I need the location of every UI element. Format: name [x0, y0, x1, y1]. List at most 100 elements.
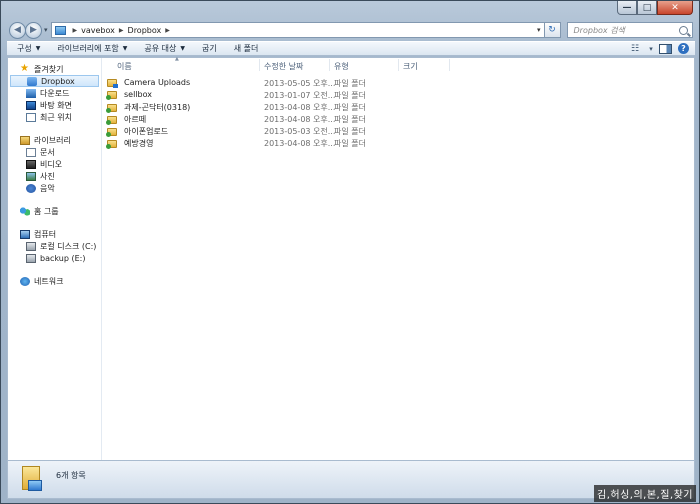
file-name: 아이폰업로드: [124, 127, 169, 136]
sidebar-item-favorites[interactable]: ★ 즐겨찾기: [8, 63, 101, 75]
network-group: 네트워크: [8, 275, 101, 287]
breadcrumb-separator-icon[interactable]: ▶: [119, 27, 124, 34]
shared-folder-icon: [106, 127, 117, 137]
network-icon: [20, 276, 30, 286]
sidebar-item-pictures[interactable]: 사진: [8, 170, 101, 182]
column-header-name[interactable]: 이름: [117, 61, 132, 71]
change-view-icon[interactable]: ☷: [626, 43, 644, 55]
file-type: 파일 폴더: [334, 139, 366, 148]
file-date: 2013-04-08 오후...: [264, 139, 336, 148]
include-in-library-label: 라이브러리에 포함: [57, 44, 119, 53]
close-button[interactable]: ✕: [657, 1, 693, 15]
table-row[interactable]: 아르떼 2013-04-08 오후... 파일 폴더: [103, 113, 463, 125]
navigation-pane[interactable]: ★ 즐겨찾기 Dropbox 다운로드 바탕 화면 최근 위치 라이브러리 문서…: [8, 58, 102, 460]
view-options-dropdown-icon[interactable]: ▾: [647, 43, 655, 55]
file-type: 파일 폴더: [334, 79, 366, 88]
sidebar-item-network[interactable]: 네트워크: [8, 275, 101, 287]
sidebar-item-libraries[interactable]: 라이브러리: [8, 134, 101, 146]
address-dropdown-icon[interactable]: ▾: [534, 26, 544, 34]
preview-pane-icon[interactable]: [659, 43, 672, 54]
favorites-group: ★ 즐겨찾기 Dropbox 다운로드 바탕 화면 최근 위치: [8, 63, 101, 123]
breadcrumb-separator-icon[interactable]: ▶: [165, 27, 170, 34]
table-row[interactable]: Camera Uploads 2013-05-05 오후... 파일 폴더: [103, 77, 463, 89]
shared-folder-icon: [106, 103, 117, 113]
table-row[interactable]: sellbox 2013-01-07 오전... 파일 폴더: [103, 89, 463, 101]
organize-button[interactable]: 구성 ▼: [17, 43, 40, 54]
sidebar-item-desktop[interactable]: 바탕 화면: [8, 99, 101, 111]
chevron-down-icon: ▼: [35, 45, 41, 52]
column-divider[interactable]: [449, 59, 450, 71]
watermark: 김,허싱,의,본,질,찾기: [594, 485, 696, 502]
documents-icon: [26, 147, 36, 157]
file-name: 아르떼: [124, 115, 147, 124]
forward-button[interactable]: ▶: [25, 21, 42, 39]
sidebar-item-downloads[interactable]: 다운로드: [8, 87, 101, 99]
file-date: 2013-04-08 오후...: [264, 115, 336, 124]
refresh-icon[interactable]: ↻: [544, 22, 561, 38]
camera-folder-icon: [107, 78, 118, 88]
file-type: 파일 폴더: [334, 115, 366, 124]
sidebar-item-homegroup[interactable]: 홈 그룹: [8, 205, 101, 217]
breadcrumb: ▶ vavebox ▶ Dropbox ▶: [69, 26, 174, 35]
breadcrumb-separator-icon[interactable]: ▶: [73, 27, 78, 34]
table-row[interactable]: 아이폰업로드 2013-05-03 오전... 파일 폴더: [103, 125, 463, 137]
sidebar-item-music[interactable]: 음악: [8, 182, 101, 194]
file-list-pane[interactable]: ▲ 이름 수정한 날짜 유형 크기 Camera Uploads 2013-05…: [103, 56, 694, 460]
desktop-icon: [26, 100, 36, 110]
new-folder-button[interactable]: 새 폴더: [234, 43, 259, 54]
back-button[interactable]: ◀: [9, 21, 26, 39]
sidebar-item-label: 다운로드: [40, 88, 70, 98]
minimize-button[interactable]: —: [617, 1, 637, 15]
burn-button[interactable]: 굽기: [202, 43, 217, 54]
command-toolbar: 구성 ▼ 라이브러리에 포함 ▼ 공유 대상 ▼ 굽기 새 폴더 ☷ ▾ ?: [7, 41, 695, 56]
breadcrumb-item-dropbox[interactable]: Dropbox: [128, 26, 162, 35]
chevron-down-icon: ▼: [180, 45, 186, 52]
column-header-size[interactable]: 크기: [403, 61, 418, 71]
recent-pages-dropdown-icon[interactable]: ▾: [44, 26, 48, 34]
file-type: 파일 폴더: [334, 103, 366, 112]
folder-location-icon: [54, 25, 66, 35]
explorer-window: — □ ✕ ◀ ▶ ▾ ▶ vavebox ▶ Dropbox ▶ ▾ ↻ Dr…: [0, 0, 700, 504]
share-with-button[interactable]: 공유 대상 ▼: [144, 43, 185, 54]
shared-folder-icon: [106, 139, 117, 149]
sidebar-item-backup-drive[interactable]: backup (E:): [8, 252, 101, 264]
caption-buttons: — □ ✕: [617, 1, 693, 15]
maximize-button[interactable]: □: [637, 1, 657, 15]
sidebar-item-recent-places[interactable]: 최근 위치: [8, 111, 101, 123]
new-folder-label: 새 폴더: [233, 44, 259, 53]
column-divider[interactable]: [398, 59, 399, 71]
homegroup-icon: [20, 206, 30, 216]
sidebar-item-label: 로컬 디스크 (C:): [40, 241, 97, 251]
help-icon[interactable]: ?: [678, 43, 689, 54]
sidebar-item-label: 문서: [40, 147, 55, 157]
search-icon[interactable]: [679, 25, 688, 35]
sidebar-item-label: 사진: [40, 171, 55, 181]
column-divider[interactable]: [259, 59, 260, 71]
sidebar-item-dropbox[interactable]: Dropbox: [10, 75, 99, 87]
sidebar-item-videos[interactable]: 비디오: [8, 158, 101, 170]
column-header-type[interactable]: 유형: [334, 61, 349, 71]
local-disk-icon: [26, 241, 36, 251]
sidebar-item-local-disk[interactable]: 로컬 디스크 (C:): [8, 240, 101, 252]
burn-label: 굽기: [202, 44, 217, 53]
backup-drive-icon: [26, 253, 36, 263]
sidebar-item-documents[interactable]: 문서: [8, 146, 101, 158]
sort-indicator-icon: ▲: [175, 56, 179, 62]
breadcrumb-item-vavebox[interactable]: vavebox: [81, 26, 115, 35]
table-row[interactable]: 과제-곤닥터(0318) 2013-04-08 오후... 파일 폴더: [103, 101, 463, 113]
homegroup-group: 홈 그룹: [8, 205, 101, 217]
item-count: 6개 항목: [56, 471, 86, 480]
table-row[interactable]: 예방경영 2013-04-08 오후... 파일 폴더: [103, 137, 463, 149]
sidebar-item-computer[interactable]: 컴퓨터: [8, 228, 101, 240]
column-header-date-modified[interactable]: 수정한 날짜: [264, 61, 303, 71]
shared-folder-icon: [106, 115, 117, 125]
include-in-library-button[interactable]: 라이브러리에 포함 ▼: [57, 43, 127, 54]
file-date: 2013-05-03 오전...: [264, 127, 336, 136]
computer-icon: [20, 229, 30, 239]
search-input[interactable]: Dropbox 검색: [566, 22, 693, 38]
column-divider[interactable]: [329, 59, 330, 71]
folder-preview-icon: [20, 466, 44, 492]
address-bar[interactable]: ▶ vavebox ▶ Dropbox ▶ ▾: [50, 22, 545, 38]
sidebar-item-label: Dropbox: [41, 76, 75, 86]
file-date: 2013-04-08 오후...: [264, 103, 336, 112]
